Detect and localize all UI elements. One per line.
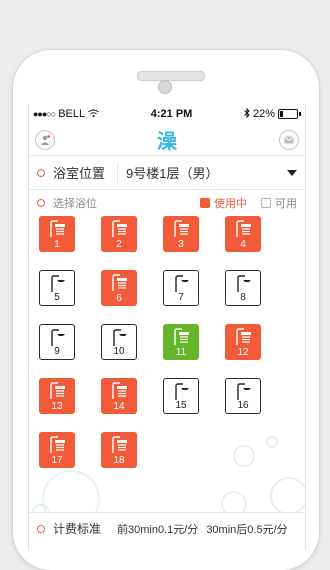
price-tier-1: 前30min0.1元/分 [117,523,199,536]
stall-15[interactable]: 15 [163,378,199,414]
stall-5[interactable]: 5 [39,270,75,306]
stall-number: 4 [240,239,246,250]
stall-number: 10 [113,346,125,357]
stall-number: 13 [51,401,63,412]
stall-number: 8 [240,292,246,303]
pricing-label: 计费标准 [53,522,102,536]
mail-icon [284,135,294,143]
bluetooth-icon [244,107,250,121]
user-button[interactable] [35,129,55,150]
user-icon [41,134,50,145]
stall-13[interactable]: 13 [39,378,75,414]
stall-number: 6 [116,293,122,304]
stall-12[interactable]: 12 [225,324,261,360]
battery-icon [278,109,298,119]
location-value: 9号楼1层（男） [126,166,219,181]
mail-button[interactable] [279,129,299,150]
legend: 使用中 可用 [200,195,297,211]
app-logo: 澡 [157,131,177,153]
legend-free-swatch [261,198,271,208]
stall-grid: 1 2 3 4 5 6 7 8 9 10 11 12 13 14 15 16 17 18 [29,216,305,516]
stall-16[interactable]: 16 [225,378,261,414]
status-bar: ●●●○○ BELL 4:21 PM 22% [29,104,305,124]
picker-label: 选择浴位 [53,198,97,210]
stall-3[interactable]: 3 [163,216,199,252]
stall-picker-header: 选择浴位 使用中 可用 [29,190,305,216]
stall-7[interactable]: 7 [163,270,199,306]
stall-number: 12 [237,347,249,358]
legend-used-swatch [200,198,210,208]
legend-used-label: 使用中 [214,198,247,210]
bullet-icon [37,524,45,533]
carrier: BELL [58,108,86,120]
stall-18[interactable]: 18 [101,432,137,468]
stall-number: 18 [113,455,125,466]
camera [158,80,172,94]
stall-14[interactable]: 14 [101,378,137,414]
stall-number: 5 [54,292,60,303]
stall-2[interactable]: 2 [101,216,137,252]
stall-number: 14 [113,401,125,412]
price-tier-2: 30min后0.5元/分 [206,523,288,536]
speaker [137,71,205,81]
battery-percent: 22% [252,108,275,120]
app-header: 澡 [29,124,305,156]
stall-number: 2 [116,239,122,250]
stall-number: 16 [237,400,249,411]
divider [117,162,118,183]
stall-number: 3 [178,239,184,250]
legend-free-label: 可用 [275,198,297,210]
stall-9[interactable]: 9 [39,324,75,360]
stall-number: 15 [175,400,187,411]
signal-icon: ●●●○○ [33,109,56,119]
stall-6[interactable]: 6 [101,270,137,306]
stall-1[interactable]: 1 [39,216,75,252]
stall-number: 11 [175,347,187,358]
stall-number: 17 [51,455,63,466]
stall-number: 1 [54,239,60,250]
stall-10[interactable]: 10 [101,324,137,360]
stall-17[interactable]: 17 [39,432,75,468]
stall-number: 9 [54,346,60,357]
location-label: 浴室位置 [53,166,106,181]
chevron-down-icon[interactable] [287,169,297,176]
clock: 4:21 PM [150,108,193,120]
stall-11[interactable]: 11 [163,324,199,360]
wifi-icon [88,108,99,120]
stall-4[interactable]: 4 [225,216,261,252]
bullet-icon [37,168,45,177]
location-selector[interactable]: 浴室位置 9号楼1层（男） [29,156,305,190]
bullet-icon [37,199,45,207]
stall-8[interactable]: 8 [225,270,261,306]
stall-number: 7 [178,292,184,303]
app-screen: ●●●○○ BELL 4:21 PM 22% 澡 浴室位置 9号楼1层（男） 选… [28,104,306,550]
pricing-bar: 计费标准 前30min0.1元/分 30min后0.5元/分 [29,512,305,544]
